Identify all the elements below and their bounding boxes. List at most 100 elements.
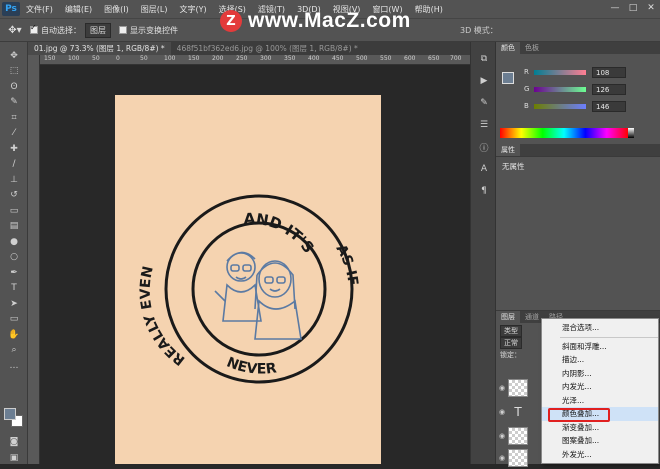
properties-panel-tabs: 属性 <box>496 144 660 156</box>
layer-kind-select[interactable]: 类型 <box>500 325 522 337</box>
menu-inner-glow[interactable]: 内发光... <box>542 380 658 394</box>
lasso-icon[interactable]: ʘ <box>0 79 28 95</box>
channel-g-row: G 126 <box>524 83 626 95</box>
screen-mode-icon[interactable]: ▣ <box>0 450 28 466</box>
layer-row[interactable]: ◉ <box>496 425 542 447</box>
close-button[interactable]: ✕ <box>644 2 658 14</box>
ruler-tick: 100 <box>164 55 176 62</box>
character-panel-icon[interactable]: A <box>471 158 497 180</box>
watermark-text: www.MacZ.com <box>248 9 411 32</box>
pen-icon[interactable]: ✒ <box>0 265 28 281</box>
more-tools-icon[interactable]: … <box>0 358 28 374</box>
healing-brush-icon[interactable]: ✚ <box>0 141 28 157</box>
menu-bevel-emboss[interactable]: 斜面和浮雕... <box>542 340 658 354</box>
layer-row[interactable]: ◉ <box>496 447 542 469</box>
ruler-tick: 150 <box>188 55 200 62</box>
menu-outer-glow[interactable]: 外发光... <box>542 448 658 462</box>
marquee-icon[interactable]: ⬚ <box>0 64 28 80</box>
watermark-logo-icon: Z <box>220 10 242 32</box>
paragraph-panel-icon[interactable]: ¶ <box>471 180 497 202</box>
crop-icon[interactable]: ⌗ <box>0 110 28 126</box>
menu-file[interactable]: 文件(F) <box>20 4 59 15</box>
layer-row[interactable]: ◉ <box>496 377 542 399</box>
channel-r-label: R <box>524 68 529 76</box>
channel-b-value[interactable]: 146 <box>592 100 626 112</box>
panel-dock: ⧉ ▶ ✎ ☰ ⓘ A ¶ <box>470 42 496 464</box>
show-transform-checkbox[interactable] <box>119 26 127 34</box>
path-select-icon[interactable]: ➤ <box>0 296 28 312</box>
dodge-icon[interactable]: ○ <box>0 250 28 266</box>
tab-color[interactable]: 颜色 <box>496 42 520 54</box>
gradient-icon[interactable]: ▤ <box>0 219 28 235</box>
ruler-tick: 100 <box>68 55 80 62</box>
history-panel-icon[interactable]: ⧉ <box>471 48 497 70</box>
document-canvas[interactable]: AND IT'S REALLY EVEN AS IF NEVER <box>115 95 381 464</box>
actions-panel-icon[interactable]: ▶ <box>471 70 497 92</box>
canvas-area[interactable]: AND IT'S REALLY EVEN AS IF NEVER <box>40 65 470 464</box>
ruler-tick: 550 <box>380 55 392 62</box>
color-spectrum[interactable] <box>500 128 634 138</box>
foreground-color-swatch[interactable] <box>4 408 16 420</box>
ruler-tick: 50 <box>92 55 100 62</box>
channel-r-value[interactable]: 108 <box>592 66 626 78</box>
menu-type[interactable]: 文字(Y) <box>173 4 212 15</box>
channel-r-slider[interactable] <box>534 69 586 75</box>
blend-mode-select[interactable]: 正常 <box>500 337 522 349</box>
channel-b-slider[interactable] <box>534 103 586 109</box>
brush-panel-icon[interactable]: ✎ <box>471 92 497 114</box>
auto-select-label: 自动选择： <box>41 25 81 35</box>
couple-sketch-illustration <box>214 251 302 340</box>
tab-document-1[interactable]: 01.jpg @ 73.3% (图层 1, RGB/8#) * <box>28 42 171 55</box>
horizontal-ruler: 150 100 50 0 50 100 150 200 250 300 350 … <box>40 55 470 65</box>
auto-select-checkbox[interactable] <box>30 23 38 34</box>
brush-icon[interactable]: ∕ <box>0 157 28 173</box>
vertical-ruler <box>28 55 40 464</box>
channel-b-row: B 146 <box>524 100 626 112</box>
ruler-tick: 250 <box>236 55 248 62</box>
tools-panel: ✥ ⬚ ʘ ✎ ⌗ ⁄ ✚ ∕ ⊥ ↺ ▭ ▤ ● ○ ✒ T ➤ ▭ ✋ ⌕ … <box>0 42 28 464</box>
menu-help[interactable]: 帮助(H) <box>409 4 449 15</box>
menu-stroke[interactable]: 描边... <box>542 353 658 367</box>
color-swatches[interactable] <box>4 408 24 428</box>
eye-icon[interactable]: ◉ <box>496 384 508 392</box>
tab-swatches[interactable]: 色板 <box>520 42 544 54</box>
quick-mask-icon[interactable]: ◙ <box>0 434 28 450</box>
color-panel-foreground-swatch[interactable] <box>502 72 514 84</box>
menu-edit[interactable]: 编辑(E) <box>59 4 98 15</box>
channel-g-label: G <box>524 85 530 93</box>
blur-icon[interactable]: ● <box>0 234 28 250</box>
tab-document-2[interactable]: 468f51bf362ed6.jpg @ 100% (图层 1, RGB/8#)… <box>171 42 364 55</box>
clone-stamp-icon[interactable]: ⊥ <box>0 172 28 188</box>
minimize-button[interactable]: — <box>608 2 622 14</box>
ruler-tick: 700 <box>450 55 462 62</box>
menu-pattern-overlay[interactable]: 图案叠加... <box>542 434 658 448</box>
menu-layer[interactable]: 图层(L) <box>135 4 174 15</box>
move-icon[interactable]: ✥ <box>0 48 28 64</box>
maximize-button[interactable]: □ <box>626 2 640 14</box>
auto-select-dropdown[interactable]: 图层 <box>85 22 111 38</box>
history-brush-icon[interactable]: ↺ <box>0 188 28 204</box>
channel-g-slider[interactable] <box>534 86 586 92</box>
eye-icon[interactable]: ◉ <box>496 408 508 416</box>
type-icon[interactable]: T <box>0 281 28 297</box>
quick-select-icon[interactable]: ✎ <box>0 95 28 111</box>
menu-image[interactable]: 图像(I) <box>98 4 135 15</box>
move-tool-icon[interactable]: ✥▾ <box>0 25 30 36</box>
menu-satin[interactable]: 光泽... <box>542 394 658 408</box>
menu-blending-options[interactable]: 混合选项... <box>542 321 658 335</box>
info-panel-icon[interactable]: ⓘ <box>471 136 497 158</box>
layer-row[interactable]: ◉ T <box>496 401 542 423</box>
menu-inner-shadow[interactable]: 内阴影... <box>542 367 658 381</box>
eyedropper-icon[interactable]: ⁄ <box>0 126 28 142</box>
eye-icon[interactable]: ◉ <box>496 432 508 440</box>
channel-g-value[interactable]: 126 <box>592 83 626 95</box>
eraser-icon[interactable]: ▭ <box>0 203 28 219</box>
tab-properties[interactable]: 属性 <box>496 144 520 156</box>
menu-gradient-overlay[interactable]: 渐变叠加... <box>542 421 658 435</box>
tab-layers[interactable]: 图层 <box>496 311 520 323</box>
adjust-panel-icon[interactable]: ☰ <box>471 114 497 136</box>
shape-icon[interactable]: ▭ <box>0 312 28 328</box>
eye-icon[interactable]: ◉ <box>496 454 508 462</box>
zoom-icon[interactable]: ⌕ <box>0 343 28 359</box>
hand-icon[interactable]: ✋ <box>0 327 28 343</box>
